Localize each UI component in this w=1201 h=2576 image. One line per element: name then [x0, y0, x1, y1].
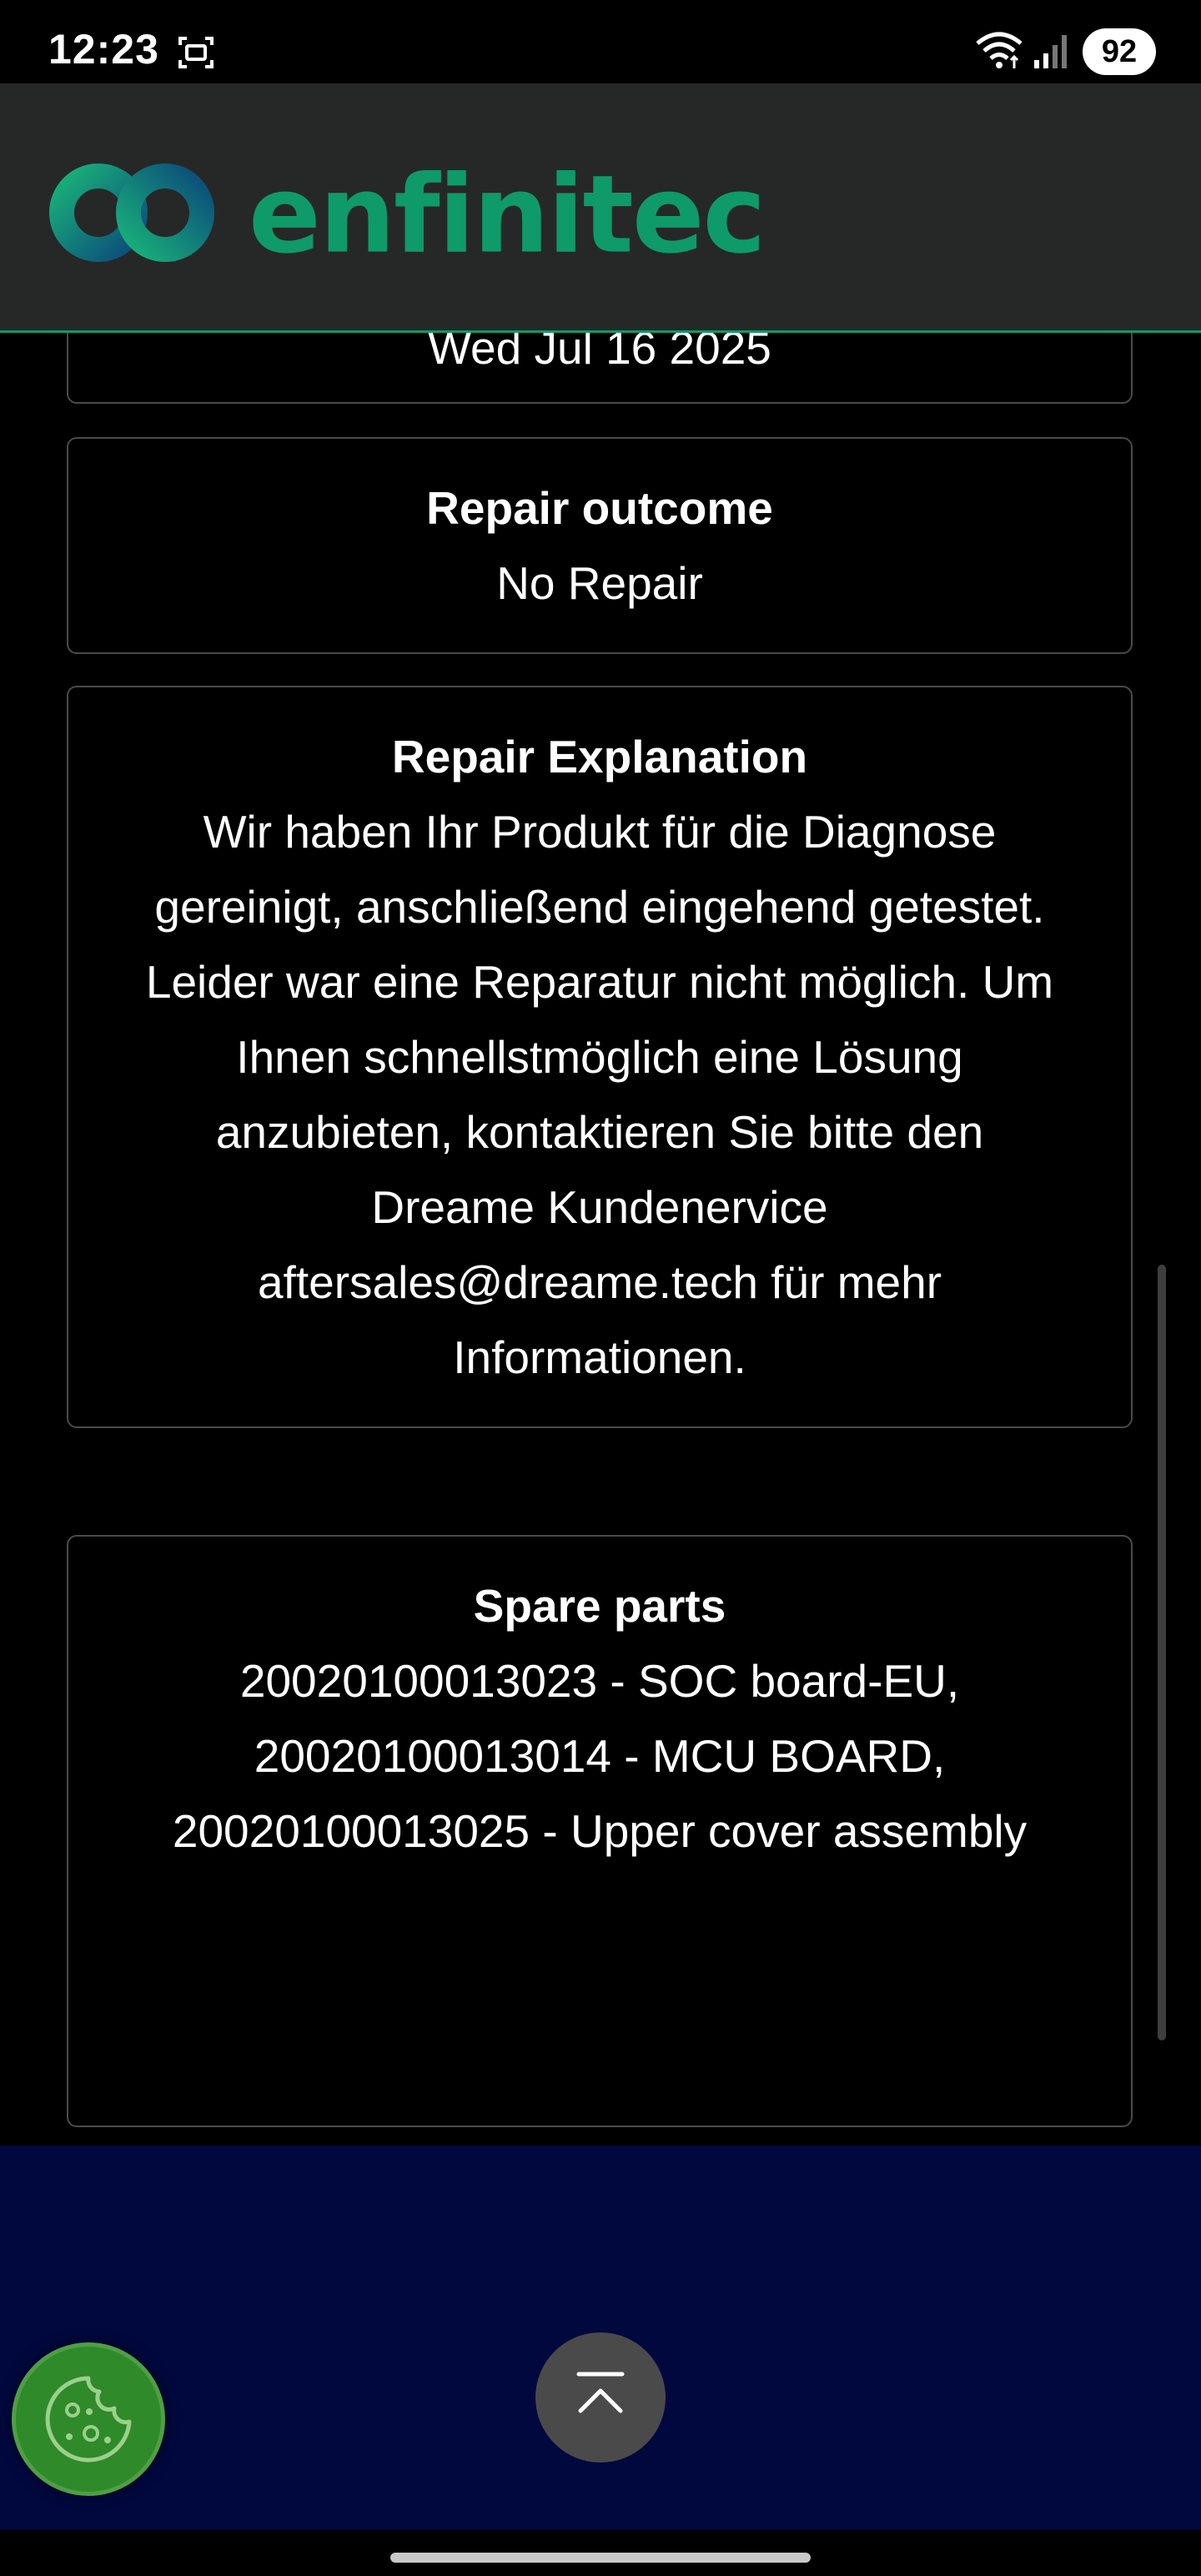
scrollbar[interactable] — [1158, 1265, 1166, 2040]
repair-explanation-line: Wir haben Ihr Produkt für die Diagnose — [203, 806, 997, 858]
home-indicator[interactable] — [390, 2553, 811, 2563]
repair-explanation-card: Repair Explanation Wir haben Ihr Produkt… — [67, 686, 1133, 1428]
scroll-to-top-button[interactable] — [535, 2332, 666, 2463]
cookie-icon — [45, 2376, 132, 2463]
repair-outcome-card: Repair outcome No Repair — [67, 437, 1133, 654]
repair-explanation-line: aftersales@dreame.tech für mehr — [257, 1256, 942, 1308]
site-header: enfinitec — [0, 83, 1201, 333]
repair-explanation-title: Repair Explanation — [391, 731, 808, 782]
spare-part-item: 20020100013025 - Upper cover assembly — [172, 1805, 1028, 1857]
spare-part-item: 20020100013014 - MCU BOARD, — [254, 1730, 946, 1782]
chevron-up-icon — [576, 2372, 625, 2413]
repair-explanation-line: gereinigt, anschließend eingehend getest… — [154, 881, 1045, 933]
brand-name[interactable]: enfinitec — [249, 153, 766, 278]
spare-parts-title: Spare parts — [473, 1580, 726, 1632]
repair-explanation-line: Dreame Kundenervice — [371, 1181, 828, 1233]
spare-part-item: 20020100013023 - SOC board-EU, — [239, 1655, 960, 1707]
logo-icon[interactable] — [48, 160, 215, 265]
cookie-settings-button[interactable] — [12, 2342, 165, 2496]
repair-explanation-line: anzubieten, kontaktieren Sie bitte den — [215, 1106, 984, 1158]
system-nav-bar — [0, 2529, 1201, 2576]
repair-explanation-line: Informationen. — [453, 1331, 746, 1383]
repair-outcome-title: Repair outcome — [426, 482, 773, 534]
spare-parts-card: Spare parts 20020100013023 - SOC board-E… — [67, 1535, 1133, 2127]
repair-outcome-value: No Repair — [496, 557, 703, 609]
repair-explanation-line: Leider war eine Reparatur nicht möglich.… — [145, 956, 1054, 1008]
repair-explanation-line: Ihnen schnellstmöglich eine Lösung — [236, 1031, 963, 1083]
